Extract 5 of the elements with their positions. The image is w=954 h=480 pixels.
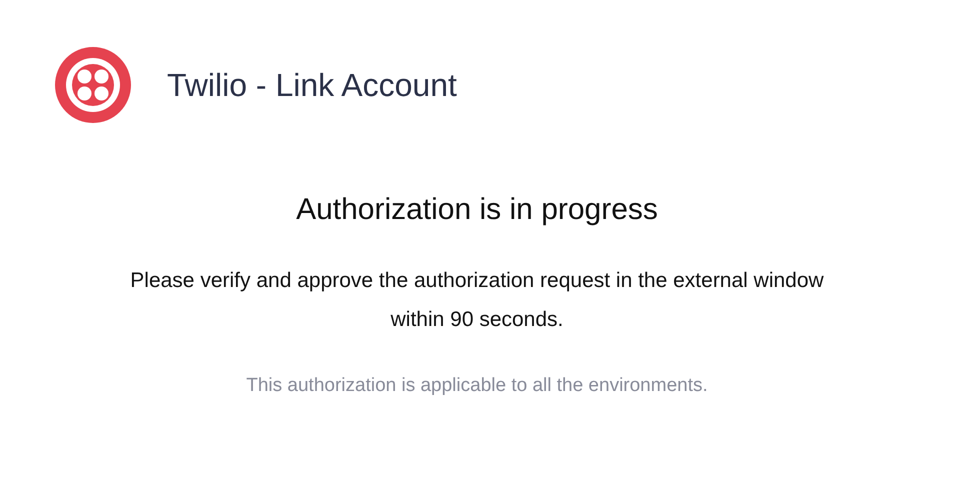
status-message: Please verify and approve the authorization request in the external window within 90 seconds. bbox=[129, 268, 825, 333]
logo-icon bbox=[55, 47, 131, 123]
page-title: Twilio - Link Account bbox=[167, 66, 457, 104]
status-heading: Authorization is in progress bbox=[296, 193, 658, 227]
environment-note: This authorization is applicable to all the environments. bbox=[246, 375, 708, 397]
